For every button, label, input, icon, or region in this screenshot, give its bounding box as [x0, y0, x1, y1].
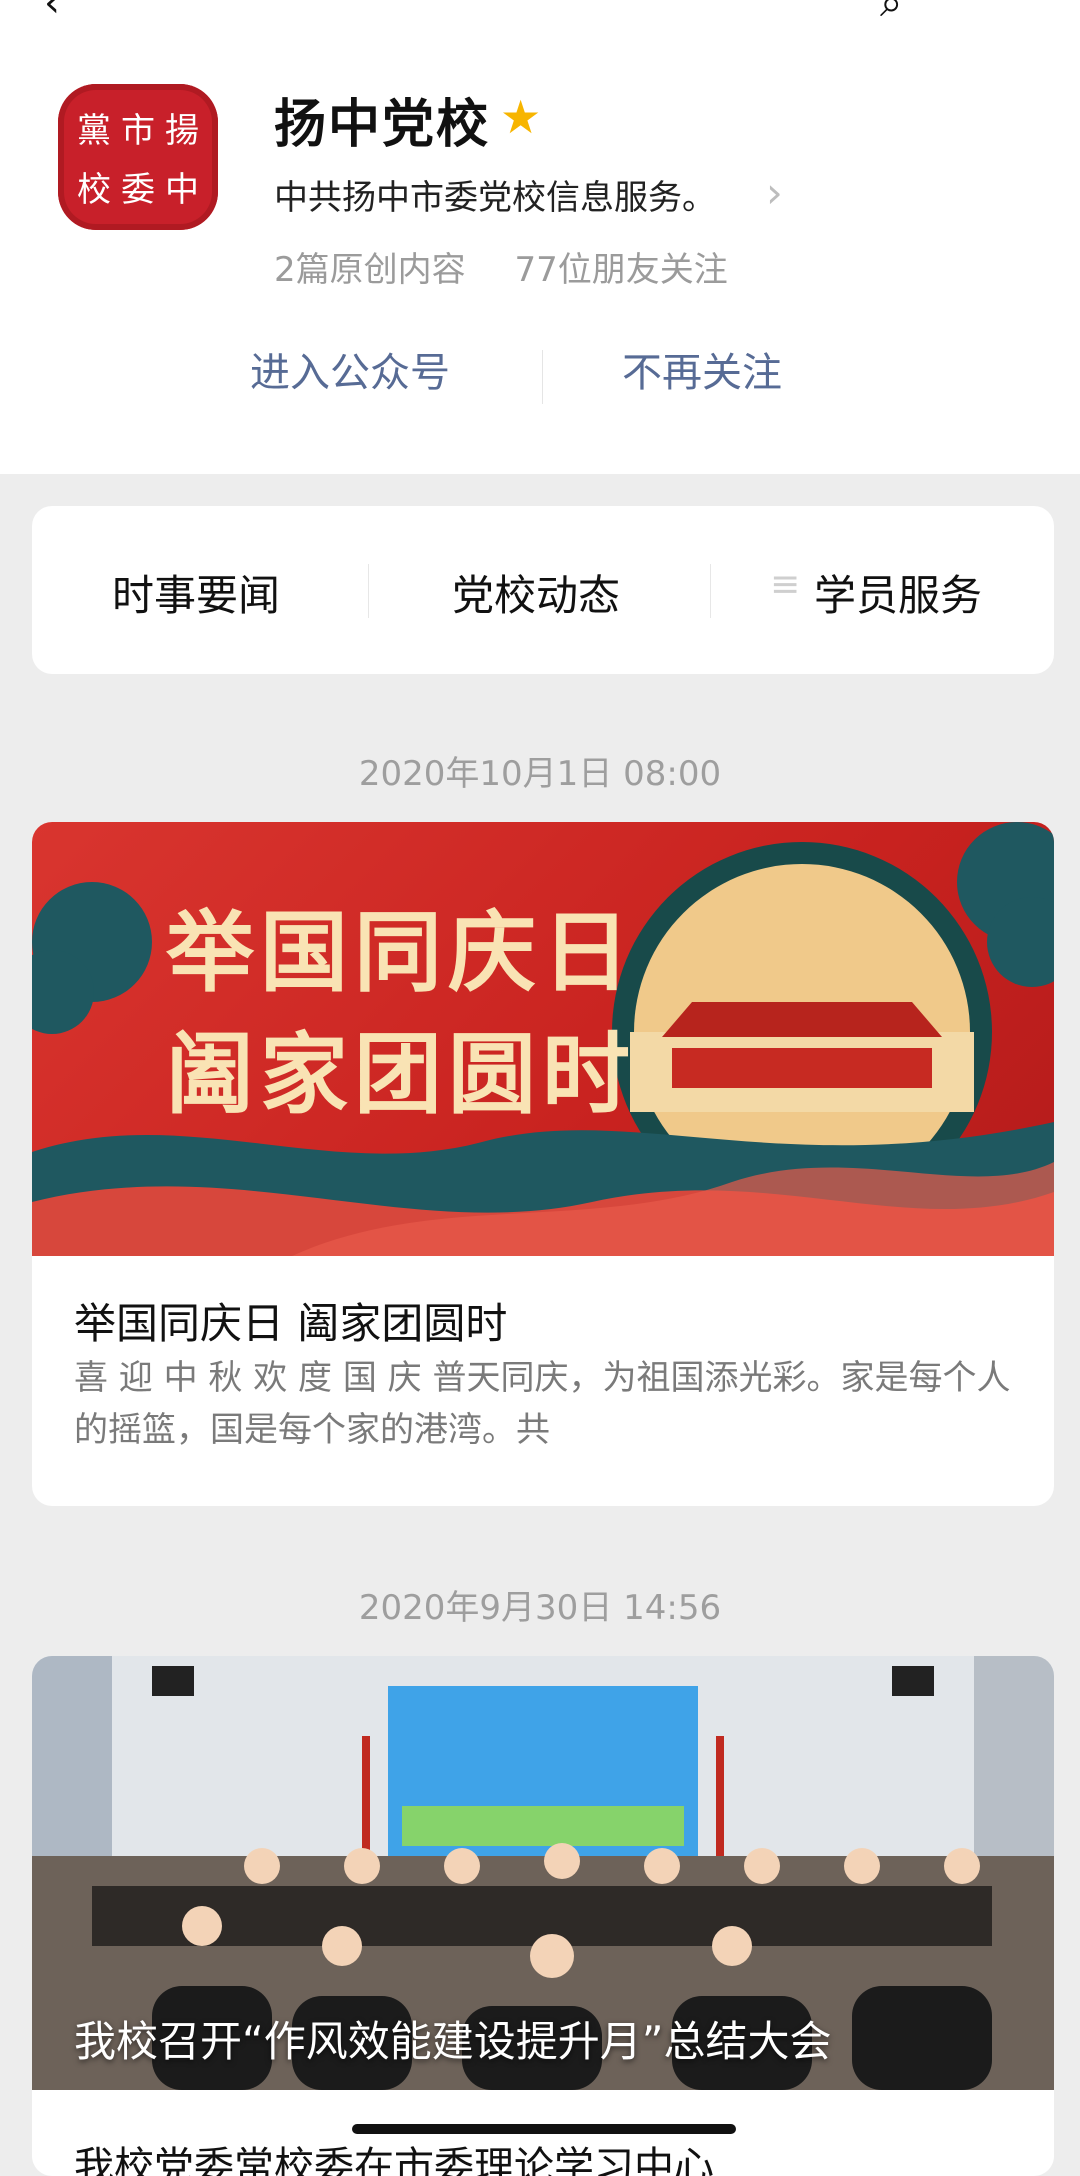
divider	[368, 564, 369, 618]
account-header: ‹ ⌕ 黨 市 揚 校 委 中 扬中党校 ★ 中共扬中市委党校信息服务。 › 2…	[0, 0, 1080, 474]
home-indicator[interactable]	[352, 2124, 736, 2134]
article-title[interactable]: 我校党委常校委在市委理论学习中心	[74, 2134, 714, 2176]
friends-following: 77位朋友关注	[514, 250, 728, 290]
account-description[interactable]: 中共扬中市委党校信息服务。	[274, 170, 716, 219]
article-title[interactable]: 举国同庆日 阖家团圆时	[74, 1290, 507, 1351]
menu-item-school-updates[interactable]: 党校动态	[452, 562, 620, 623]
avatar-char: 中	[165, 170, 199, 210]
avatar-char: 黨	[77, 111, 111, 151]
menu-item-student-services[interactable]: 学员服务	[814, 562, 982, 623]
chevron-right-icon[interactable]: ›	[766, 168, 783, 217]
back-icon[interactable]: ‹	[44, 0, 60, 26]
star-icon[interactable]: ★	[500, 90, 541, 144]
avatar-char: 校	[77, 170, 111, 210]
original-count: 2篇原创内容	[274, 250, 466, 290]
account-actions: 进入公众号 不再关注	[0, 340, 1080, 414]
post-timestamp: 2020年9月30日 14:56	[358, 1588, 722, 1628]
account-stats: 2篇原创内容 77位朋友关注	[274, 242, 766, 291]
post-timestamp: 2020年10月1日 08:00	[358, 754, 722, 794]
avatar-char: 揚	[165, 111, 199, 151]
search-icon[interactable]: ⌕	[880, 0, 902, 26]
divider	[710, 564, 711, 618]
unfollow-button[interactable]: 不再关注	[622, 340, 782, 398]
image-caption: 我校召开“作风效能建设提升月”总结大会	[74, 2017, 832, 2066]
avatar-char: 市	[121, 111, 155, 151]
article-digest: 喜 迎 中 秋 欢 度 国 庆 普天同庆，为祖国添光彩。家是每个人的摇篮，国是每…	[74, 1358, 1011, 1450]
article-card[interactable]: 举国同庆日 阖家团圆时 举国同庆日 阖家团圆时 喜 迎 中 秋 欢 度 国 庆 …	[32, 822, 1054, 1506]
enter-account-button[interactable]: 进入公众号	[250, 340, 450, 398]
banner-line: 举国同庆日	[166, 900, 637, 1004]
menu-item-news[interactable]: 时事要闻	[112, 562, 280, 623]
account-menu: 时事要闻 党校动态 ≡ 学员服务	[32, 506, 1054, 674]
account-name: 扬中党校	[274, 95, 491, 155]
banner-line: 阖家团圆时	[166, 1022, 637, 1126]
article-card[interactable]: 我校召开“作风效能建设提升月”总结大会 我校党委常校委在市委理论学习中心	[32, 1656, 1054, 2176]
article-cover-image[interactable]: 举国同庆日 阖家团圆时	[32, 822, 1054, 1256]
avatar-char: 委	[121, 170, 155, 210]
article-cover-image[interactable]: 我校召开“作风效能建设提升月”总结大会	[32, 1656, 1054, 2090]
avatar[interactable]: 黨 市 揚 校 委 中	[58, 84, 218, 230]
divider	[542, 350, 543, 404]
menu-icon: ≡	[770, 564, 801, 605]
